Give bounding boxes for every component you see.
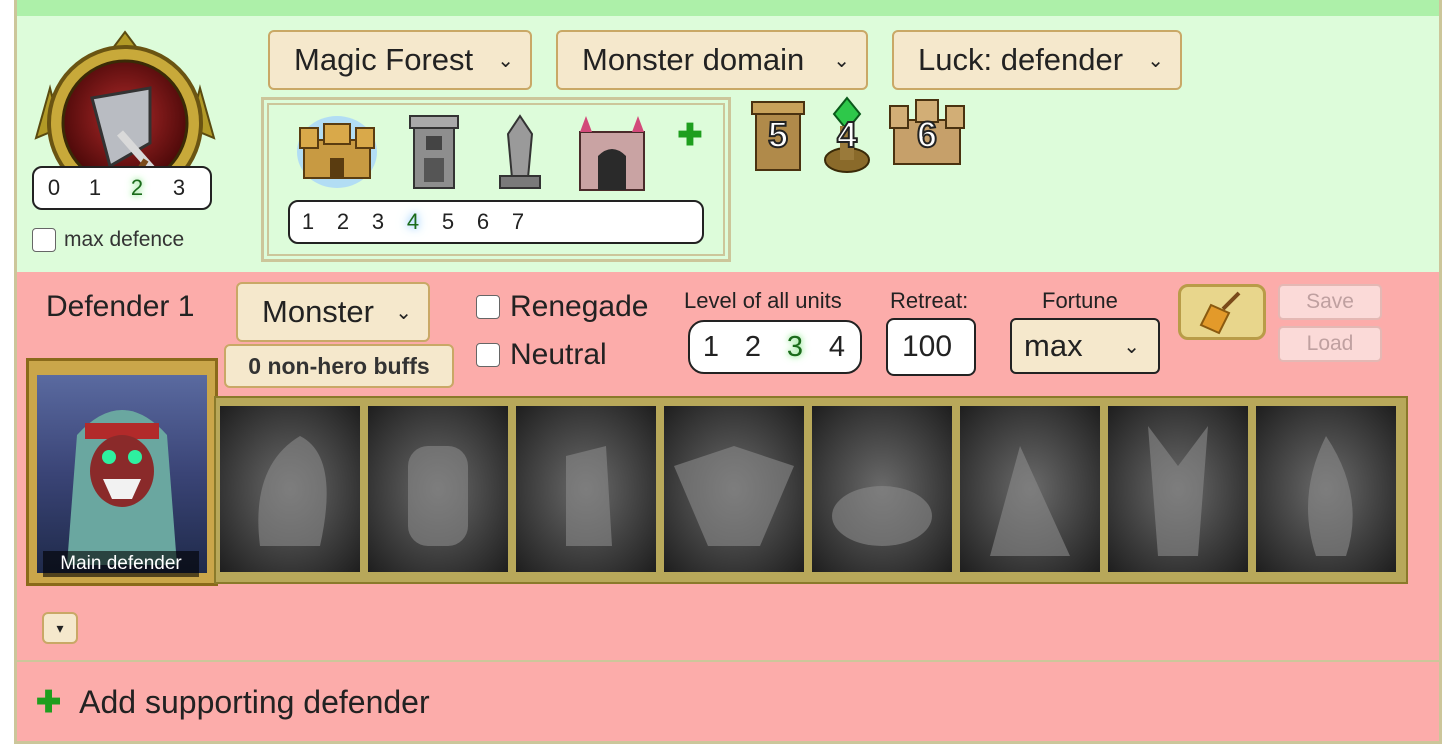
hero-portrait-image [37, 375, 207, 573]
castle-badge-value: 6 [916, 113, 938, 156]
neutral-option[interactable]: Neutral [476, 338, 607, 372]
tower-icon[interactable] [402, 110, 466, 190]
broom-icon [1199, 291, 1241, 335]
max-defence-label: max defence [64, 228, 185, 251]
main-defender-portrait[interactable]: Main defender [26, 358, 218, 586]
tower-badge-value: 5 [767, 113, 789, 156]
fort-level-3[interactable]: 3 [360, 209, 396, 235]
neutral-label: Neutral [510, 338, 607, 371]
unit-level-1[interactable]: 1 [690, 331, 732, 364]
renegade-label: Renegade [510, 290, 649, 323]
plus-icon: ✚ [36, 686, 62, 719]
attack-level-selector[interactable]: 0 1 2 3 [32, 166, 212, 210]
level-all-units-label: Level of all units [684, 288, 842, 313]
castle-icon[interactable] [294, 110, 380, 190]
renegade-checkbox[interactable] [476, 295, 500, 319]
neutral-checkbox[interactable] [476, 343, 500, 367]
fort-level-6[interactable]: 6 [466, 209, 500, 235]
castle-badge-icon: 6 [886, 96, 968, 172]
add-supporting-defender-button[interactable]: ✚ Add supporting defender [36, 684, 430, 721]
non-hero-buffs-button[interactable]: 0 non-hero buffs [224, 344, 454, 388]
chevron-down-icon: ⌄ [833, 49, 850, 72]
chevron-down-icon: ⌄ [1123, 335, 1140, 358]
fortification-level-selector[interactable]: 1 2 3 4 5 6 7 [288, 200, 704, 244]
clear-button[interactable] [1178, 284, 1266, 340]
fort-level-5[interactable]: 5 [430, 209, 466, 235]
chevron-down-icon: ⌄ [395, 301, 412, 324]
domain-select[interactable]: Monster domain ⌄ [556, 30, 868, 90]
terrain-select-value: Magic Forest [294, 42, 474, 77]
chevron-down-icon: ⌄ [497, 49, 514, 72]
renegade-option[interactable]: Renegade [476, 290, 648, 324]
creature-3-icon [566, 446, 612, 546]
add-building-plus-icon[interactable]: ✚ [676, 121, 704, 151]
chevron-down-icon: ⌄ [1147, 49, 1164, 72]
attack-level-1[interactable]: 1 [74, 175, 116, 201]
unit-level-4[interactable]: 4 [816, 331, 858, 364]
top-strip [14, 0, 1442, 16]
faction-select-value: Monster [262, 294, 374, 329]
load-button[interactable]: Load [1278, 326, 1382, 362]
attack-level-0[interactable]: 0 [34, 175, 74, 201]
terrain-select[interactable]: Magic Forest ⌄ [268, 30, 532, 90]
main-defender-label: Main defender [43, 551, 199, 577]
creature-1-icon [258, 436, 327, 546]
unit-slot-2[interactable] [368, 406, 508, 572]
fort-level-1[interactable]: 1 [290, 209, 326, 235]
max-defence-checkbox[interactable] [32, 228, 56, 252]
unit-slot-8[interactable] [1256, 406, 1396, 572]
fortune-select[interactable]: max ⌄ [1010, 318, 1160, 374]
hero-monster-icon [67, 410, 177, 565]
attack-level-2[interactable]: 2 [116, 175, 158, 201]
tower-badge-icon: 5 [748, 98, 808, 174]
expand-button[interactable]: ▾ [42, 612, 78, 644]
gate-icon[interactable] [574, 112, 650, 192]
creature-7-icon [1148, 426, 1208, 556]
attack-level-3[interactable]: 3 [158, 175, 200, 201]
retreat-input[interactable]: 100 [886, 318, 976, 376]
fortune-select-value: max [1024, 328, 1083, 363]
fort-level-2[interactable]: 2 [326, 209, 360, 235]
fort-level-4[interactable]: 4 [396, 209, 430, 235]
creature-4-icon [674, 446, 794, 546]
unit-slot-5[interactable] [812, 406, 952, 572]
unit-slot-6[interactable] [960, 406, 1100, 572]
unit-slot-3[interactable] [516, 406, 656, 572]
crystal-badge-icon: 4 [822, 96, 872, 174]
fort-level-7[interactable]: 7 [500, 209, 536, 235]
unit-slot-4[interactable] [664, 406, 804, 572]
creature-8-icon [1308, 436, 1353, 556]
fortune-label: Fortune [1042, 288, 1118, 313]
domain-select-value: Monster domain [582, 42, 805, 77]
unit-slot-7[interactable] [1108, 406, 1248, 572]
unit-level-2[interactable]: 2 [732, 331, 774, 364]
obelisk-icon[interactable] [492, 112, 548, 192]
unit-level-selector[interactable]: 1 2 3 4 [688, 320, 862, 374]
save-button[interactable]: Save [1278, 284, 1382, 320]
creature-5-icon [832, 486, 932, 546]
defender-title: Defender 1 [46, 290, 195, 323]
faction-select[interactable]: Monster ⌄ [236, 282, 430, 342]
creature-6-icon [990, 446, 1070, 556]
unit-slot-1[interactable] [220, 406, 360, 572]
retreat-label: Retreat: [890, 288, 969, 313]
luck-select[interactable]: Luck: defender ⌄ [892, 30, 1182, 90]
max-defence-option[interactable]: max defence [32, 228, 184, 252]
crystal-badge-value: 4 [836, 113, 858, 156]
add-supporting-label: Add supporting defender [79, 684, 430, 720]
luck-select-value: Luck: defender [918, 42, 1124, 77]
unit-level-3[interactable]: 3 [774, 331, 816, 364]
creature-2-icon [408, 446, 468, 546]
